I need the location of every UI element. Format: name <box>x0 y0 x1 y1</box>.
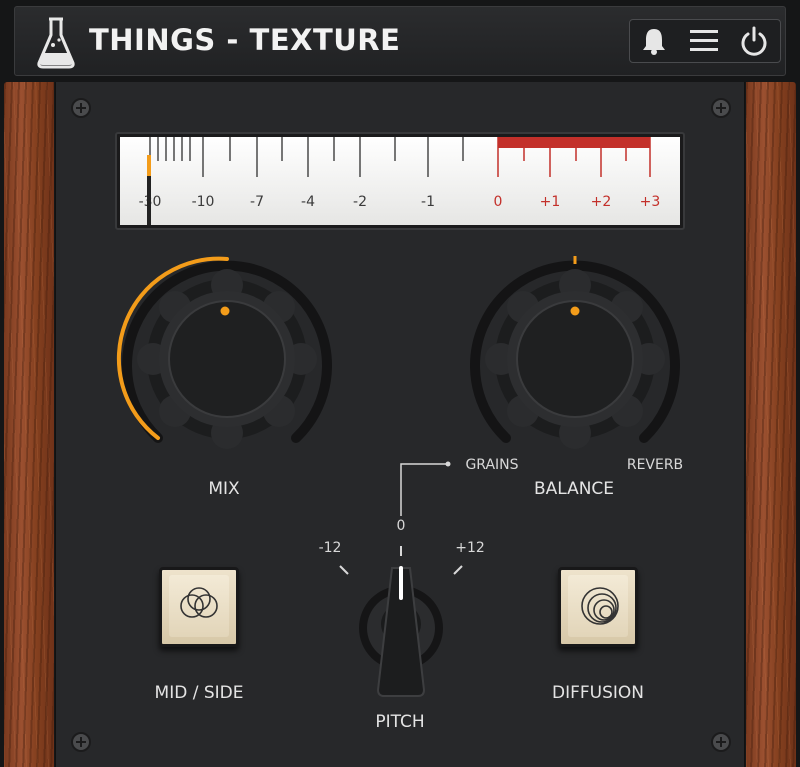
pitch-switch[interactable] <box>330 540 470 700</box>
mix-label: MIX <box>208 479 240 499</box>
pitch-connector-line <box>400 461 451 516</box>
flask-logo-icon <box>37 17 75 69</box>
title-bar: THINGS - TEXTURE <box>14 6 786 76</box>
vu-meter-scale <box>149 137 651 177</box>
power-icon[interactable] <box>738 26 770 56</box>
diffusion-icon <box>581 587 619 625</box>
bell-icon[interactable] <box>638 26 670 56</box>
balance-knob[interactable] <box>458 252 688 452</box>
meter-needle <box>147 155 151 225</box>
mix-knob[interactable] <box>110 252 340 452</box>
mid-side-button-face <box>169 575 229 637</box>
vu-meter: -30 -10 -7 -4 -2 -1 0 +1 +2 +3 <box>120 137 680 225</box>
meter-label: -10 <box>191 194 215 210</box>
menu-icon[interactable] <box>688 26 720 56</box>
screw-icon <box>711 732 731 752</box>
grains-label: GRAINS <box>465 457 519 473</box>
meter-label: -2 <box>353 194 367 210</box>
meter-label: -1 <box>421 194 435 210</box>
screw-icon <box>71 732 91 752</box>
mid-side-label: MID / SIDE <box>154 683 244 703</box>
mid-side-button[interactable] <box>159 567 239 647</box>
meter-label: -4 <box>301 194 315 210</box>
diffusion-label: DIFFUSION <box>551 683 645 703</box>
meter-label: 0 <box>493 194 503 210</box>
mid-side-icon <box>180 587 218 618</box>
reverb-label: REVERB <box>626 457 684 473</box>
wood-side-panel-right <box>746 82 796 767</box>
header-icon-group <box>629 19 781 63</box>
pitch-label: PITCH <box>375 712 425 732</box>
meter-label: +3 <box>639 194 661 210</box>
app-title: THINGS - TEXTURE <box>89 23 401 57</box>
meter-label: -7 <box>250 194 264 210</box>
meter-label: +1 <box>539 194 561 210</box>
wood-side-panel-left <box>4 82 54 767</box>
pitch-zero-label: 0 <box>396 518 406 534</box>
screw-icon <box>711 98 731 118</box>
balance-label: BALANCE <box>533 479 615 499</box>
diffusion-button[interactable] <box>558 567 638 647</box>
screw-icon <box>71 98 91 118</box>
diffusion-button-face <box>568 575 628 637</box>
meter-label: +2 <box>590 194 612 210</box>
